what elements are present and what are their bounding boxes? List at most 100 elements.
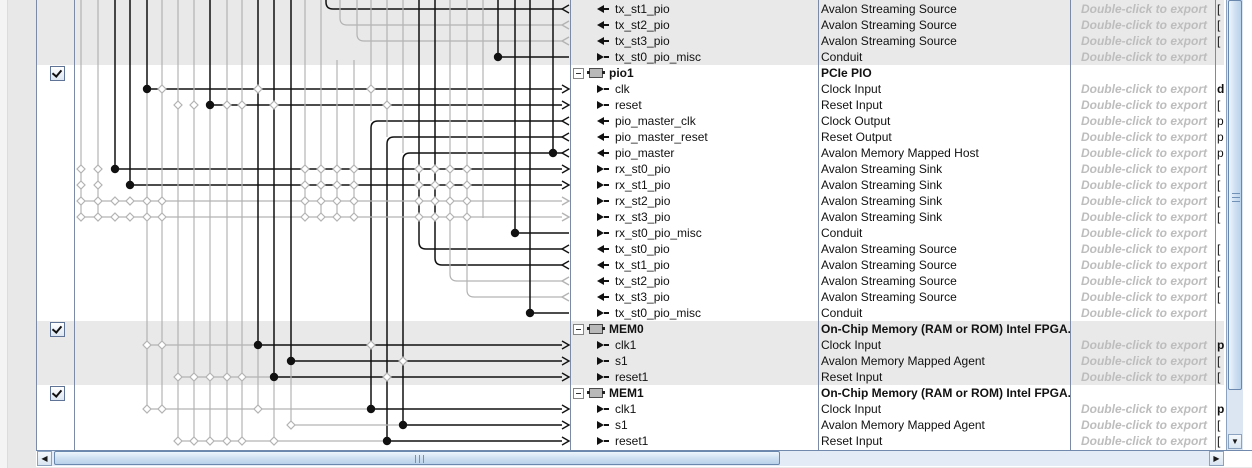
export-cell[interactable]: Double-click to export: [1070, 209, 1215, 225]
interface-name-cell[interactable]: s1: [570, 353, 845, 369]
interface-name-cell[interactable]: rx_st0_pio: [570, 161, 845, 177]
clock-column-fragment: [: [1217, 98, 1221, 112]
input-port-icon: [597, 181, 609, 189]
description-cell: Clock Input: [821, 402, 882, 416]
export-cell[interactable]: Double-click to export: [1070, 97, 1215, 113]
interface-name-cell[interactable]: tx_st3_pio: [570, 289, 845, 305]
interface-name-cell[interactable]: pio_master: [570, 145, 845, 161]
interface-name-cell[interactable]: tx_st1_pio: [570, 1, 845, 17]
interface-name-cell[interactable]: pio_master_clk: [570, 113, 845, 129]
interface-name-cell[interactable]: tx_st0_pio: [570, 241, 845, 257]
interface-name-cell[interactable]: rx_st2_pio: [570, 193, 845, 209]
interface-name-cell[interactable]: rx_st0_pio_misc: [570, 225, 845, 241]
collapse-icon[interactable]: [573, 323, 584, 335]
export-cell[interactable]: Double-click to export: [1070, 193, 1215, 209]
export-cell[interactable]: [1070, 321, 1215, 337]
module-name-cell[interactable]: MEM0: [570, 321, 821, 337]
horizontal-scrollbar[interactable]: ◀ ▶: [37, 451, 1224, 466]
export-cell[interactable]: Double-click to export: [1070, 305, 1215, 321]
export-cell[interactable]: Double-click to export: [1070, 1, 1215, 17]
export-cell[interactable]: Double-click to export: [1070, 145, 1215, 161]
interface-name-label: rx_st2_pio: [615, 194, 671, 208]
interface-name-cell[interactable]: reset: [570, 97, 845, 113]
scroll-left-button[interactable]: ◀: [37, 451, 52, 466]
module-enable-checkbox[interactable]: [50, 66, 65, 81]
table-row: MEM1 On-Chip Memory (RAM or ROM) Intel FP…: [37, 385, 1224, 401]
export-cell[interactable]: [1070, 385, 1215, 401]
interface-name-cell[interactable]: clk1: [570, 337, 845, 353]
clock-column-fragment: [: [1217, 290, 1221, 304]
export-cell[interactable]: [1070, 65, 1215, 81]
export-cell[interactable]: Double-click to export: [1070, 33, 1215, 49]
interface-name-cell[interactable]: pio_master_reset: [570, 129, 845, 145]
module-enable-checkbox[interactable]: [50, 386, 65, 401]
input-port-icon: [597, 229, 609, 237]
export-cell[interactable]: Double-click to export: [1070, 225, 1215, 241]
interface-name-cell[interactable]: tx_st0_pio_misc: [570, 49, 845, 65]
description-cell: Clock Input: [821, 82, 882, 96]
collapse-icon[interactable]: [573, 387, 584, 399]
interface-name-cell[interactable]: reset1: [570, 369, 845, 385]
scroll-right-button[interactable]: ▶: [1209, 451, 1224, 466]
interface-name-label: tx_st0_pio_misc: [615, 306, 702, 320]
description-cell: Avalon Streaming Source: [821, 274, 957, 288]
description-cell: Avalon Streaming Source: [821, 290, 957, 304]
interface-name-cell[interactable]: tx_st0_pio_misc: [570, 305, 845, 321]
vertical-scrollbar-thumb[interactable]: [1228, 0, 1242, 390]
clock-column-fragment: [: [1217, 242, 1221, 256]
scrollbar-grip-icon: [1232, 193, 1240, 203]
export-cell[interactable]: Double-click to export: [1070, 417, 1215, 433]
export-cell[interactable]: Double-click to export: [1070, 161, 1215, 177]
clock-column-fragment: [: [1217, 194, 1221, 208]
description-cell: Reset Input: [821, 434, 883, 448]
interface-name-cell[interactable]: reset1: [570, 433, 845, 449]
export-cell[interactable]: Double-click to export: [1070, 353, 1215, 369]
scroll-down-button[interactable]: ▼: [1228, 434, 1242, 449]
module-name-cell[interactable]: pio1: [570, 65, 821, 81]
interface-name-label: pio_master: [615, 146, 675, 160]
interface-name-cell[interactable]: rx_st1_pio: [570, 177, 845, 193]
interface-name-cell[interactable]: rx_st3_pio: [570, 209, 845, 225]
export-cell[interactable]: Double-click to export: [1070, 113, 1215, 129]
interface-name-cell[interactable]: clk1: [570, 401, 845, 417]
description-cell: Avalon Memory Mapped Agent: [821, 354, 985, 368]
clock-column-fragment: [: [1217, 274, 1221, 288]
export-cell[interactable]: Double-click to export: [1070, 177, 1215, 193]
interface-name-label: tx_st1_pio: [615, 2, 670, 16]
interface-name-cell[interactable]: tx_st2_pio: [570, 273, 845, 289]
interface-name-cell[interactable]: tx_st1_pio: [570, 257, 845, 273]
description-cell: Avalon Streaming Source: [821, 34, 957, 48]
interface-name-cell[interactable]: tx_st2_pio: [570, 17, 845, 33]
interface-name-cell[interactable]: s1: [570, 417, 845, 433]
module-name-cell[interactable]: MEM1: [570, 385, 821, 401]
interface-name-label: pio_master_reset: [615, 130, 708, 144]
module-enable-checkbox[interactable]: [50, 322, 65, 337]
description-cell: Clock Output: [821, 114, 891, 128]
export-cell[interactable]: Double-click to export: [1070, 369, 1215, 385]
input-port-icon: [597, 405, 609, 413]
export-cell[interactable]: Double-click to export: [1070, 129, 1215, 145]
export-cell[interactable]: Double-click to export: [1070, 81, 1215, 97]
table-row: reset1 Reset Input Double-click to export[: [37, 369, 1224, 385]
export-cell[interactable]: Double-click to export: [1070, 17, 1215, 33]
table-row: reset Reset Input Double-click to export[: [37, 97, 1224, 113]
vertical-scrollbar[interactable]: ▼: [1226, 0, 1243, 450]
clock-column-fragment: [1216, 225, 1225, 241]
export-cell[interactable]: Double-click to export: [1070, 273, 1215, 289]
table-row: s1 Avalon Memory Mapped Agent Double-click…: [37, 417, 1224, 433]
interface-name-cell[interactable]: clk: [570, 81, 845, 97]
clock-column-fragment: [: [1217, 18, 1221, 32]
export-cell[interactable]: Double-click to export: [1070, 337, 1215, 353]
collapse-icon[interactable]: [573, 67, 584, 79]
export-cell[interactable]: Double-click to export: [1070, 241, 1215, 257]
export-cell[interactable]: Double-click to export: [1070, 257, 1215, 273]
export-cell[interactable]: Double-click to export: [1070, 289, 1215, 305]
interface-name-cell[interactable]: tx_st3_pio: [570, 33, 845, 49]
table-row: reset1 Reset Input Double-click to export[: [37, 433, 1224, 449]
export-cell[interactable]: Double-click to export: [1070, 401, 1215, 417]
table-row: tx_st0_pio_misc Conduit Double-click to ex…: [37, 49, 1224, 65]
export-cell[interactable]: Double-click to export: [1070, 49, 1215, 65]
export-cell[interactable]: Double-click to export: [1070, 433, 1215, 449]
output-port-icon: [597, 117, 609, 125]
horizontal-scrollbar-thumb[interactable]: [54, 451, 780, 465]
